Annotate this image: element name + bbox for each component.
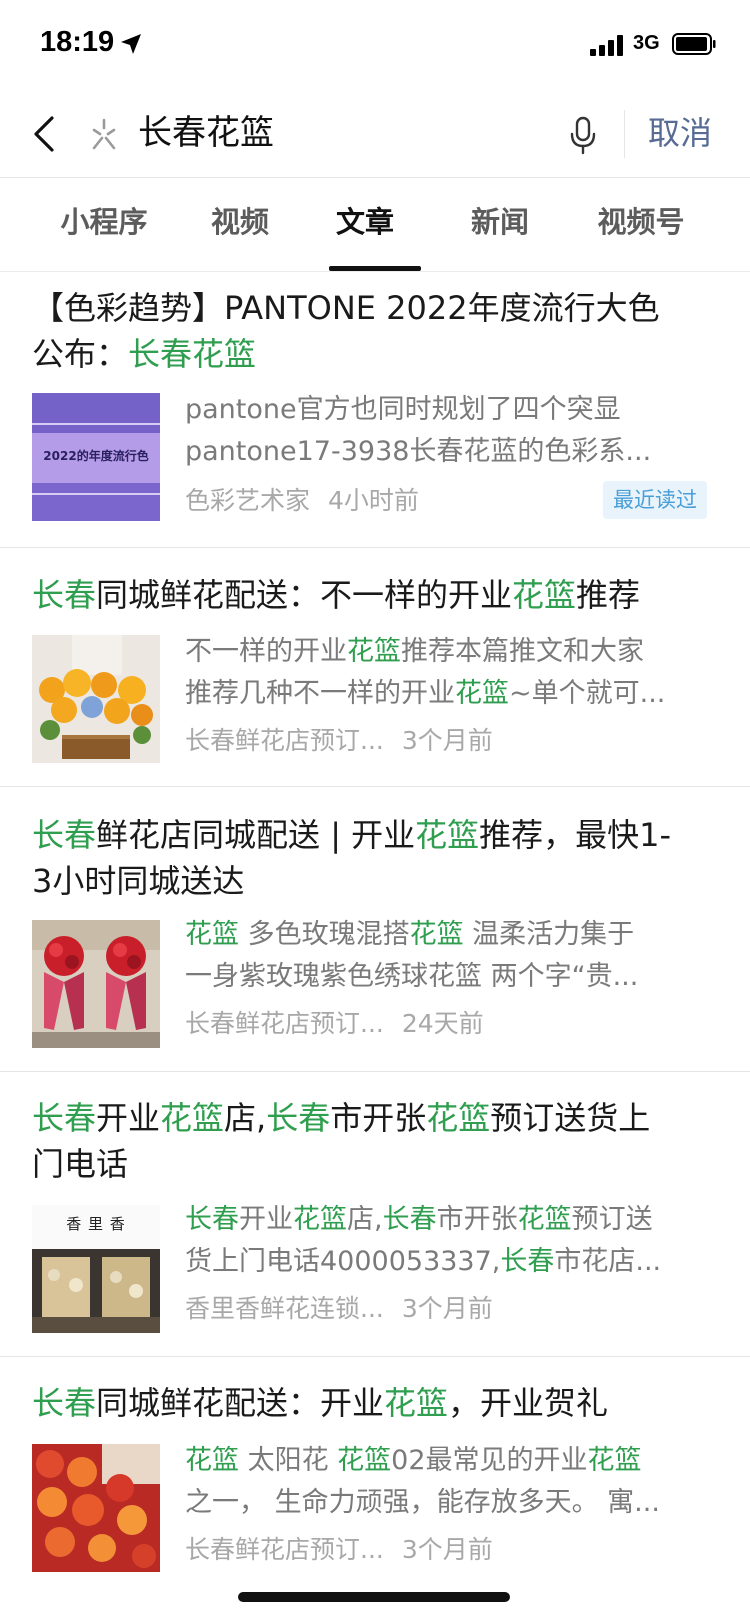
result-snippet: 长春开业花篮店,长春市开张花篮预订送 货上门电话4000053337,长春市花店…	[185, 1204, 662, 1277]
result-title[interactable]: 【色彩趋势】PANTONE 2022年度流行大色 公布：长春花篮	[32, 285, 722, 377]
home-indicator[interactable]	[238, 1592, 510, 1602]
result-meta: 香里香鲜花连锁... 3个月前	[185, 1291, 493, 1327]
result-thumbnail	[32, 1444, 160, 1572]
result-meta: 长春鲜花店预订... 24天前	[185, 1006, 484, 1042]
result-title[interactable]: 长春开业花篮店,长春市开张花篮预订送货上 门电话	[32, 1095, 722, 1187]
result-item[interactable]: 长春同城鲜花配送：开业花篮，开业贺礼 花篮 太阳花 花篮02最常见的开业花篮 之…	[0, 1358, 750, 1624]
result-snippet: pantone官方也同时规划了四个突显 pantone17-3938长春花蓝的色…	[185, 394, 652, 467]
location-arrow-icon	[121, 34, 141, 54]
result-title[interactable]: 长春同城鲜花配送：开业花篮，开业贺礼	[32, 1380, 722, 1426]
active-tab-indicator	[329, 266, 421, 271]
result-time: 3个月前	[401, 726, 493, 755]
result-source: 色彩艺术家	[185, 486, 311, 515]
network-type: 3G	[633, 32, 660, 54]
result-thumbnail	[32, 635, 160, 763]
back-chevron-icon[interactable]	[30, 112, 60, 156]
tab-videos[interactable]: 视频	[208, 202, 272, 242]
result-source: 长春鲜花店预订...	[185, 726, 384, 755]
result-source: 长春鲜花店预订...	[185, 1009, 384, 1038]
status-time: 18:19	[40, 26, 115, 58]
microphone-icon[interactable]	[568, 114, 598, 156]
result-time: 24天前	[401, 1009, 484, 1038]
result-thumbnail	[32, 920, 160, 1048]
status-bar: 18:19 3G	[0, 0, 750, 90]
search-input[interactable]: 长春花篮	[138, 108, 274, 158]
recently-read-badge: 最近读过	[603, 481, 707, 519]
result-item[interactable]: 长春鲜花店同城配送 | 开业花篮推荐，最快1- 3小时同城送达 花篮 多色玫瑰混…	[0, 788, 750, 1072]
result-time: 4小时前	[328, 486, 419, 515]
result-thumbnail: 2022的年度流行色	[32, 393, 160, 521]
result-snippet: 花篮 太阳花 花篮02最常见的开业花篮 之一， 生命力顽强，能存放多天。 寓..…	[185, 1445, 660, 1518]
cancel-button[interactable]: 取消	[648, 108, 712, 158]
result-time: 3个月前	[401, 1294, 493, 1323]
battery-icon	[672, 33, 716, 55]
header-divider	[624, 110, 625, 158]
tab-mini-programs[interactable]: 小程序	[58, 202, 150, 242]
result-snippet: 不一样的开业花篮推荐本篇推文和大家 推荐几种不一样的开业花篮~单个就可...	[185, 636, 666, 709]
result-thumbnail: 香 里 香	[32, 1205, 160, 1333]
tab-news[interactable]: 新闻	[468, 202, 532, 242]
result-item[interactable]: 【色彩趋势】PANTONE 2022年度流行大色 公布：长春花篮 2022的年度…	[0, 273, 750, 548]
result-meta: 色彩艺术家 4小时前	[185, 483, 419, 519]
search-logo-icon	[92, 118, 116, 150]
result-title[interactable]: 长春鲜花店同城配送 | 开业花篮推荐，最快1- 3小时同城送达	[32, 812, 722, 904]
result-snippet: 花篮 多色玫瑰混搭花篮 温柔活力集于 一身紫玫瑰紫色绣球花篮 两个字“贵...	[185, 919, 639, 992]
result-time: 3个月前	[401, 1535, 493, 1564]
result-source: 长春鲜花店预订...	[185, 1535, 384, 1564]
tab-articles[interactable]: 文章	[333, 202, 397, 242]
search-header: 长春花篮 取消	[0, 90, 750, 178]
result-item[interactable]: 长春开业花篮店,长春市开张花篮预订送货上 门电话 香 里 香 长春开业花篮店,长…	[0, 1073, 750, 1357]
result-meta: 长春鲜花店预订... 3个月前	[185, 1532, 493, 1568]
tab-channels[interactable]: 视频号	[595, 202, 687, 242]
category-tabs: 小程序 视频 文章 新闻 视频号	[0, 178, 750, 272]
result-meta: 长春鲜花店预订... 3个月前	[185, 723, 493, 759]
result-title[interactable]: 长春同城鲜花配送：不一样的开业花篮推荐	[32, 572, 722, 618]
result-source: 香里香鲜花连锁...	[185, 1294, 384, 1323]
cellular-signal-icon	[590, 34, 624, 56]
result-item[interactable]: 长春同城鲜花配送：不一样的开业花篮推荐 不一样的开业花篮推荐本篇推文和大家 推荐…	[0, 549, 750, 787]
